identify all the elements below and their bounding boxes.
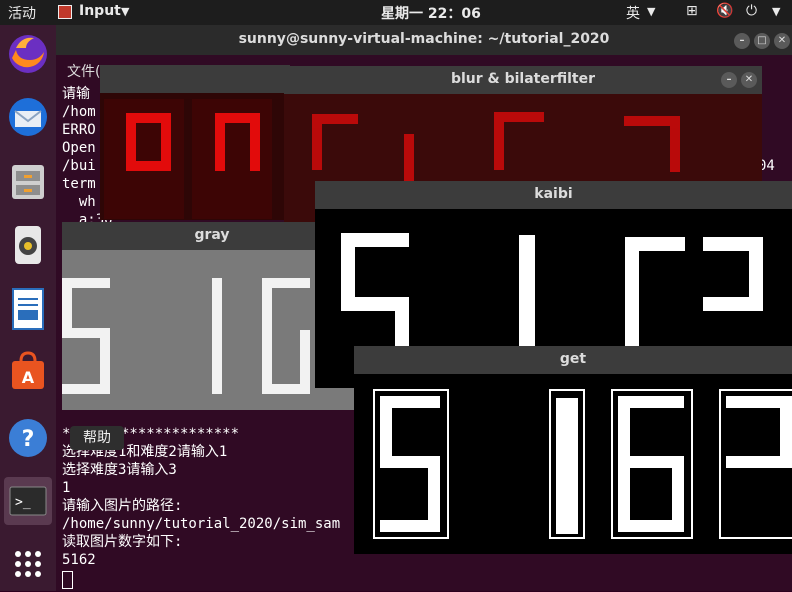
terminal-line: 请输	[62, 86, 90, 102]
get-segmented-digits	[373, 389, 792, 539]
input-method[interactable]: 英	[626, 3, 640, 23]
top-bar: 活动 Input ▼ 星期一 22：06 英 ▼ ⊞ 🔇 ⏻ ▼	[0, 0, 792, 25]
blur-minimize-button[interactable]: –	[721, 72, 737, 88]
red-seven-segment	[104, 99, 272, 219]
software-icon[interactable]: A	[4, 347, 52, 395]
terminal-line: 5162	[62, 552, 96, 568]
terminal-cursor	[62, 571, 73, 589]
apps-grid-icon[interactable]	[4, 540, 52, 588]
app-menu[interactable]: Input	[79, 3, 121, 19]
terminal-line: 1	[62, 480, 71, 496]
blur-close-button[interactable]: ✕	[741, 72, 757, 88]
kaibi-window-title: kaibi	[534, 186, 573, 202]
thunderbird-icon[interactable]	[4, 93, 52, 141]
blur-window-titlebar[interactable]: blur & bilaterfilter – ✕	[284, 66, 762, 94]
rhythmbox-icon[interactable]	[4, 220, 52, 268]
terminal-line: /home/sunny/tutorial_2020/sim_sam	[62, 516, 341, 532]
system-menu-arrow-icon[interactable]: ▼	[772, 5, 780, 18]
maximize-button[interactable]: □	[754, 33, 770, 49]
terminal-line: 选择难度3请输入3	[62, 462, 177, 478]
terminal-line: /bui	[62, 158, 96, 174]
dock: A ? >_	[0, 25, 56, 591]
files-icon[interactable]	[4, 157, 52, 205]
network-icon[interactable]: ⊞	[686, 3, 698, 19]
get-window[interactable]: get	[354, 346, 792, 554]
help-tooltip: 帮助	[70, 426, 124, 450]
volume-muted-icon[interactable]: 🔇	[716, 3, 733, 19]
svg-text:?: ?	[22, 427, 35, 452]
get-window-titlebar[interactable]: get	[354, 346, 792, 374]
clock[interactable]: 星期一 22：06	[381, 3, 481, 23]
terminal-icon[interactable]: >_	[4, 477, 52, 525]
terminal-line: Open	[62, 140, 96, 156]
image-window-original[interactable]	[100, 65, 290, 220]
terminal-line: wh	[62, 194, 96, 210]
app-icon	[58, 5, 72, 19]
red-display-image	[100, 93, 290, 220]
terminal-line: term	[62, 176, 96, 192]
minimize-button[interactable]: –	[734, 33, 750, 49]
firefox-icon[interactable]	[4, 30, 52, 78]
power-icon[interactable]: ⏻	[746, 3, 757, 19]
close-button[interactable]: ✕	[774, 33, 790, 49]
terminal-line: ERRO	[62, 122, 96, 138]
get-window-title: get	[559, 351, 587, 367]
help-icon[interactable]: ?	[4, 414, 52, 462]
terminal-titlebar[interactable]: sunny@sunny-virtual-machine: ~/tutorial_…	[56, 25, 792, 55]
svg-text:A: A	[22, 368, 35, 387]
terminal-line: 请输入图片的路径:	[62, 498, 183, 514]
input-method-arrow-icon[interactable]: ▼	[647, 5, 655, 18]
kaibi-window-titlebar[interactable]: kaibi	[315, 181, 792, 209]
activities-button[interactable]: 活动	[8, 3, 36, 23]
terminal-title: sunny@sunny-virtual-machine: ~/tutorial_…	[238, 31, 610, 47]
writer-icon[interactable]	[4, 284, 52, 332]
terminal-line: /hom	[62, 104, 96, 120]
app-menu-arrow-icon[interactable]: ▼	[121, 5, 129, 18]
get-image	[354, 374, 792, 554]
svg-text:>_: >_	[15, 495, 31, 510]
terminal-line: 读取图片数字如下:	[62, 534, 183, 550]
image-window-titlebar[interactable]	[100, 65, 290, 93]
blur-window-title: blur & bilaterfilter	[450, 71, 596, 87]
